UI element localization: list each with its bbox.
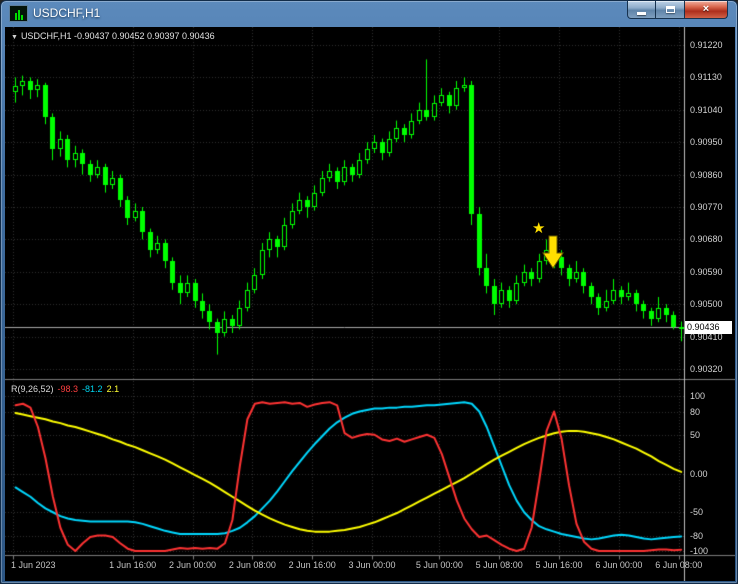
maximize-button[interactable] xyxy=(656,1,685,19)
down-arrow-marker[interactable] xyxy=(542,235,564,269)
current-price-tag: 0.90436 xyxy=(685,321,732,335)
time-axis-label: 5 Jun 00:00 xyxy=(415,560,463,570)
price-axis-label: 0.90590 xyxy=(690,266,723,277)
chart-ohlc-text: USDCHF,H1 -0.90437 0.90452 0.90397 0.904… xyxy=(20,31,215,41)
indicator-value: -81.2 xyxy=(82,384,103,394)
maximize-icon xyxy=(665,6,675,13)
close-button[interactable]: × xyxy=(685,1,728,19)
time-axis-label: 5 Jun 16:00 xyxy=(535,560,583,570)
mt4-chart-window: USDCHF,H1 × ▼ USDCHF,H1 -0.90437 0.90452 … xyxy=(0,0,738,584)
price-axis-label: 0.91220 xyxy=(690,40,723,50)
window-titlebar[interactable]: USDCHF,H1 × xyxy=(1,1,737,25)
indicator-scale-label: -50 xyxy=(690,507,704,518)
time-axis[interactable]: 1 Jun 2023 1 Jun 16:00 2 Jun 00:00 2 Jun 08… xyxy=(5,556,735,581)
price-axis[interactable]: 0.90436 0.91220 0.91130 0.91040 0.90950 0.90… xyxy=(685,27,735,581)
indicator-header: R(9,26,52) -98.3 -81.2 2.1 xyxy=(11,384,127,394)
minimize-button[interactable] xyxy=(627,1,656,19)
time-axis-label: 2 Jun 16:00 xyxy=(288,560,336,570)
window-title: USDCHF,H1 xyxy=(33,6,101,20)
chart-dropdown-icon[interactable]: ▼ xyxy=(11,34,18,41)
time-axis-label: 1 Jun 16:00 xyxy=(109,560,157,570)
indicator-scale-label: 100 xyxy=(690,391,706,401)
time-axis-label: 2 Jun 08:00 xyxy=(228,560,276,570)
indicator-scale-label: 0.00 xyxy=(690,468,708,479)
indicator-value: -98.3 xyxy=(57,384,79,394)
time-axis-label: 3 Jun 00:00 xyxy=(348,560,396,570)
chart-header: ▼ USDCHF,H1 -0.90437 0.90452 0.90397 0.90… xyxy=(11,31,215,41)
price-axis-label: 0.90860 xyxy=(690,169,723,180)
chart-icon xyxy=(9,4,28,22)
time-axis-label: 6 Jun 00:00 xyxy=(595,560,643,570)
indicator-scale-label: -100 xyxy=(690,546,709,556)
time-axis-label: 1 Jun 2023 xyxy=(11,560,56,570)
minimize-icon xyxy=(637,11,646,15)
down-arrow-shape xyxy=(542,235,564,269)
indicator-value: 2.1 xyxy=(106,384,120,394)
time-axis-label: 5 Jun 08:00 xyxy=(475,560,523,570)
price-axis-label: 0.91130 xyxy=(690,72,722,83)
price-axis-label: 0.90770 xyxy=(690,202,723,212)
time-axis-label: 2 Jun 00:00 xyxy=(168,560,217,570)
indicator-scale-label: -80 xyxy=(690,530,704,541)
price-axis-label: 0.90680 xyxy=(690,234,723,245)
indicator-name: R(9,26,52) xyxy=(11,384,54,394)
chart-area[interactable]: ▼ USDCHF,H1 -0.90437 0.90452 0.90397 0.90… xyxy=(5,27,735,581)
close-icon: × xyxy=(702,3,710,15)
price-axis-label: 0.90950 xyxy=(690,137,723,148)
star-marker[interactable]: ★ xyxy=(532,221,545,236)
price-axis-label: 0.91040 xyxy=(690,104,723,115)
indicator-values: -98.3 -81.2 2.1 xyxy=(58,384,124,394)
time-axis-label: 6 Jun 08:00 xyxy=(655,560,703,570)
chart-canvas[interactable] xyxy=(5,27,735,581)
indicator-scale-label: 50 xyxy=(690,429,701,440)
indicator-scale-label: 80 xyxy=(690,406,701,417)
price-axis-label: 0.90500 xyxy=(690,299,723,310)
window-controls: × xyxy=(627,1,728,19)
price-axis-label: 0.90320 xyxy=(690,364,723,374)
